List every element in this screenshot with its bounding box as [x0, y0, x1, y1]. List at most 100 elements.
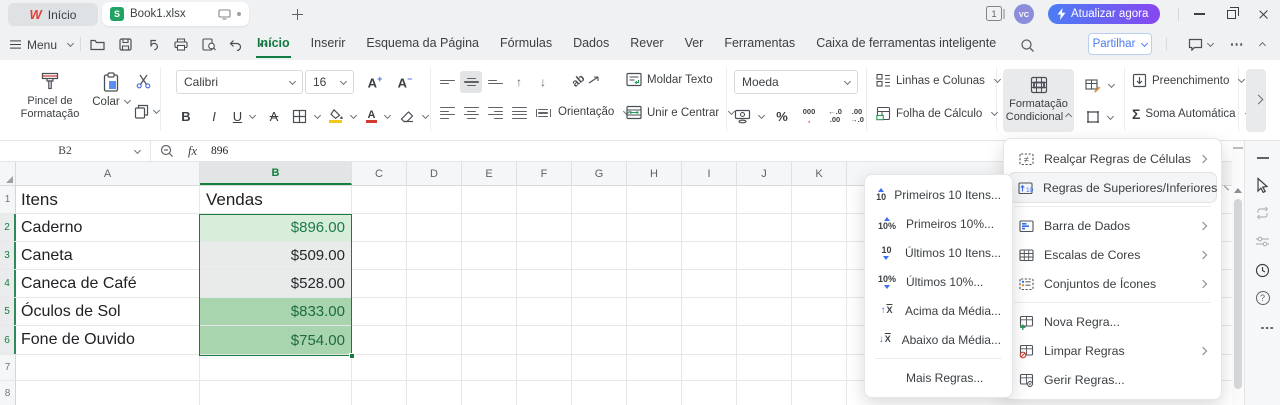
column-header-k[interactable]: K [792, 162, 847, 185]
row-header-6[interactable]: 6 [0, 326, 16, 354]
cell-b4[interactable]: $528.00 [200, 270, 352, 297]
cell-a7[interactable] [16, 355, 200, 380]
submenu-item-more-rules[interactable]: Mais Regras... [870, 363, 1007, 392]
align-top-button[interactable] [436, 71, 458, 93]
close-button[interactable] [1248, 0, 1278, 28]
cells-c8-k8[interactable] [352, 381, 847, 405]
undo-button[interactable] [224, 35, 246, 54]
menu-item-top-bottom-rules[interactable]: 10 Regras de Superiores/Inferiores [1009, 173, 1230, 202]
cells-c1-k1[interactable] [352, 186, 847, 213]
menu-item-clear-rules[interactable]: Limpar Regras [1009, 336, 1216, 365]
cells-c3-k3[interactable] [352, 242, 847, 269]
column-header-f[interactable]: F [517, 162, 572, 185]
row-header-1[interactable]: 1 [0, 186, 16, 213]
menu-item-data-bars[interactable]: Barra de Dados [1009, 211, 1216, 240]
italic-button[interactable]: I [202, 104, 226, 128]
rows-columns-button[interactable]: Linhas e Colunas [876, 73, 1001, 88]
update-now-button[interactable]: Atualizar agora [1048, 4, 1161, 24]
scroll-up-arrow[interactable] [1234, 188, 1242, 193]
cell-b5[interactable]: $833.00 [200, 298, 352, 325]
scrollbar-thumb[interactable] [1234, 199, 1242, 389]
tab-ferramentas[interactable]: Ferramentas [723, 32, 796, 58]
orientation-button[interactable]: Orientação [558, 106, 631, 118]
increase-decimal-button[interactable]: ←.0.00 [824, 104, 846, 128]
cell-a2[interactable]: Caderno [16, 214, 200, 241]
column-header-e[interactable]: E [462, 162, 517, 185]
paste-button[interactable]: Colar [88, 72, 134, 108]
fill-button[interactable]: Preenchimento [1132, 73, 1246, 88]
sidebar-more-button[interactable] [1251, 316, 1275, 340]
tab-rever[interactable]: Rever [629, 32, 664, 58]
number-format-select[interactable]: Moeda [734, 70, 858, 94]
menu-item-highlight-cells-rules[interactable]: ≠ Realçar Regras de Células [1009, 144, 1216, 173]
ribbon-search-button[interactable] [1020, 38, 1035, 53]
hide-panel-button[interactable] [1251, 146, 1275, 170]
justify-button[interactable] [508, 102, 530, 124]
help-button[interactable]: ? [1251, 286, 1275, 310]
window-count-badge[interactable]: 1 [986, 6, 1005, 21]
cell-a5[interactable]: Óculos de Sol [16, 298, 200, 325]
shrink-font-button[interactable]: A− [392, 70, 418, 94]
tab-inicio[interactable]: Início [256, 32, 291, 58]
submenu-item-above-average[interactable]: ↑ X Acima da Média... [870, 296, 1007, 325]
tab-dados[interactable]: Dados [572, 32, 610, 58]
share-button[interactable]: Partilhar [1088, 33, 1152, 55]
menu-item-new-rule[interactable]: Nova Regra... [1009, 307, 1216, 336]
cell-b6[interactable]: $754.00 [200, 326, 352, 354]
cell-a6[interactable]: Fone de Ouvido [16, 326, 200, 354]
column-header-b[interactable]: B [200, 162, 352, 185]
submenu-item-below-average[interactable]: ↓ X Abaixo da Média... [870, 325, 1007, 354]
open-file-button[interactable] [86, 35, 108, 54]
borders-button[interactable] [290, 104, 322, 128]
format-painter-button[interactable]: Pincel de Formatação [12, 70, 88, 120]
align-middle-button[interactable] [460, 71, 482, 93]
align-right-button[interactable] [484, 102, 506, 124]
cell-a1[interactable]: Itens [16, 186, 200, 213]
select-all-corner[interactable] [0, 162, 16, 185]
conditional-formatting-button[interactable]: Formatação Condicional [1003, 69, 1074, 132]
cells-c5-k5[interactable] [352, 298, 847, 325]
minimize-button[interactable] [1184, 0, 1214, 28]
tab-inserir[interactable]: Inserir [310, 32, 347, 58]
submenu-item-bottom-10-items[interactable]: 10 Últimos 10 Itens... [870, 238, 1007, 267]
submenu-item-bottom-10-percent[interactable]: 10% Últimos 10%... [870, 267, 1007, 296]
document-tab[interactable]: S Book1.xlsx [102, 2, 249, 26]
distribute-button[interactable] [532, 102, 554, 124]
decrease-decimal-button[interactable]: .00 →.0 [846, 104, 868, 128]
tab-caixa-ferramentas-inteligente[interactable]: Caixa de ferramentas inteligente [815, 32, 997, 58]
font-color-button[interactable]: A [362, 104, 394, 128]
settings-sliders-button[interactable] [1251, 229, 1275, 253]
cut-button[interactable] [136, 74, 151, 89]
submenu-item-top-10-items[interactable]: 10 Primeiros 10 Itens... [870, 180, 1007, 209]
underline-button[interactable]: U [228, 104, 260, 128]
cell-b2[interactable]: $896.00 [200, 214, 352, 241]
tab-esquema-da-pagina[interactable]: Esquema da Página [365, 32, 480, 58]
column-header-d[interactable]: D [407, 162, 462, 185]
print-preview-button[interactable] [198, 35, 220, 54]
tab-formulas[interactable]: Fórmulas [499, 32, 553, 58]
comments-button[interactable] [1184, 35, 1216, 54]
comma-style-button[interactable]: 000, [796, 104, 822, 128]
cell-b1[interactable]: Vendas [200, 186, 352, 213]
restore-button[interactable] [1216, 0, 1246, 28]
cells-c6-k6[interactable] [352, 326, 847, 354]
increase-indent-button[interactable]: ↓ [532, 71, 554, 93]
menu-item-manage-rules[interactable]: Gerir Regras... [1009, 365, 1216, 394]
avatar[interactable]: VC [1014, 4, 1034, 24]
column-header-j[interactable]: J [737, 162, 792, 185]
cells-c2-k2[interactable] [352, 214, 847, 241]
column-header-h[interactable]: H [627, 162, 682, 185]
column-header-a[interactable]: A [16, 162, 200, 185]
cell-a8[interactable] [16, 381, 200, 405]
cell-b3[interactable]: $509.00 [200, 242, 352, 269]
history-button[interactable] [1251, 258, 1275, 282]
home-tab[interactable]: W Início [8, 3, 98, 26]
menu-item-color-scales[interactable]: Escalas de Cores [1009, 240, 1216, 269]
submenu-item-top-10-percent[interactable]: 10% Primeiros 10%... [870, 209, 1007, 238]
font-family-select[interactable]: Calibri [176, 70, 303, 94]
row-header-2[interactable]: 2 [0, 214, 16, 241]
cell-b7[interactable] [200, 355, 352, 380]
wrap-text-button[interactable]: Moldar Texto [626, 72, 713, 87]
cells-c7-k7[interactable] [352, 355, 847, 380]
column-header-i[interactable]: I [682, 162, 737, 185]
